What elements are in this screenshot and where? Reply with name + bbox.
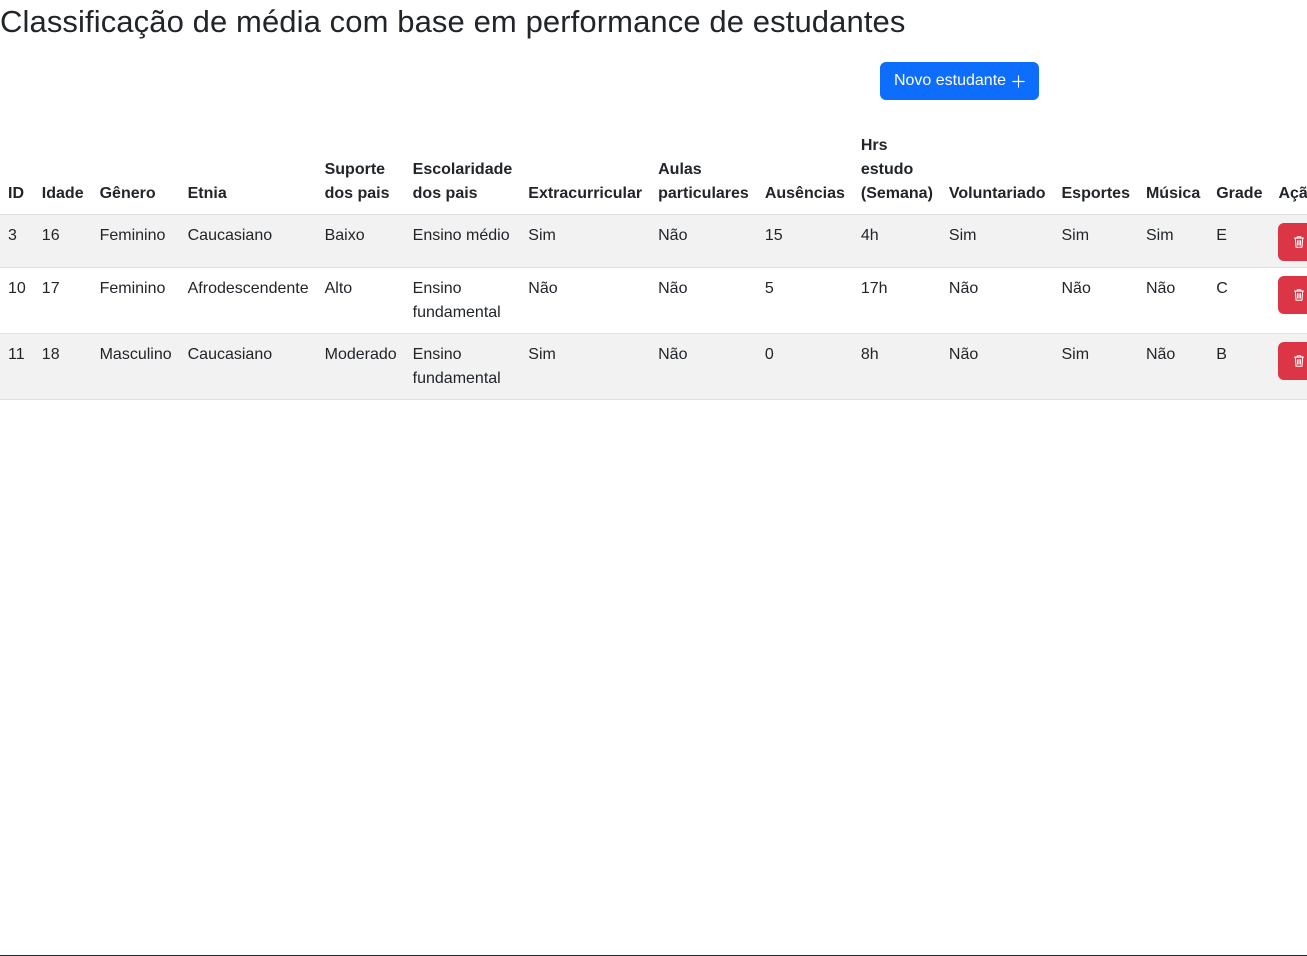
trash-icon [1294,289,1305,301]
cell-voluntariado: Não [940,267,1054,334]
cell-genero: Feminino [91,214,180,268]
cell-ausencias: 15 [756,214,853,268]
cell-suporte-pais: Baixo [316,214,405,268]
table-body: 3 16 Feminino Caucasiano Baixo Ensino mé… [0,214,1307,400]
delete-button[interactable] [1278,276,1307,314]
cell-esportes: Sim [1053,214,1138,268]
cell-idade: 17 [33,267,92,334]
header-acao: Ação [1270,130,1307,215]
cell-grade: E [1208,214,1271,268]
cell-id: 3 [0,214,34,268]
cell-extracurricular: Sim [520,333,651,400]
header-aulas-particulares: Aulas particulares [650,130,757,215]
table-header: ID Idade Gênero Etnia Suporte dos pais E… [0,130,1307,215]
cell-ausencias: 5 [756,267,853,334]
cell-grade: C [1208,267,1271,334]
header-suporte-pais: Suporte dos pais [316,130,405,215]
header-ausencias: Ausências [756,130,853,215]
delete-button[interactable] [1278,342,1307,380]
cell-id: 10 [0,267,34,334]
header-id: ID [0,130,34,215]
cell-hrs-estudo: 8h [852,333,941,400]
cell-grade: B [1208,333,1271,400]
header-escolaridade-pais: Escolaridade dos pais [404,130,521,215]
trash-icon [1294,355,1305,367]
page: Classificação de média com base em perfo… [0,0,1307,956]
cell-genero: Feminino [91,267,180,334]
header-idade: Idade [33,130,92,215]
header-grade: Grade [1208,130,1271,215]
table-row: 11 18 Masculino Caucasiano Moderado Ensi… [0,333,1307,400]
header-extracurricular: Extracurricular [520,130,651,215]
cell-suporte-pais: Moderado [316,333,405,400]
cell-genero: Masculino [91,333,180,400]
cell-aulas-particulares: Não [650,214,757,268]
new-student-button-label: Novo estudante [893,72,1007,89]
cell-ausencias: 0 [756,333,853,400]
cell-aulas-particulares: Não [650,267,757,334]
cell-hrs-estudo: 17h [852,267,941,334]
students-table: ID Idade Gênero Etnia Suporte dos pais E… [0,130,1307,400]
cell-voluntariado: Não [940,333,1054,400]
plus-icon [1012,74,1025,88]
cell-acao [1270,214,1307,268]
page-title: Classificação de média com base em perfo… [0,4,906,39]
cell-voluntariado: Sim [940,214,1054,268]
cell-acao [1270,267,1307,334]
header-genero: Gênero [91,130,180,215]
header-voluntariado: Voluntariado [940,130,1054,215]
table-header-row: ID Idade Gênero Etnia Suporte dos pais E… [0,130,1307,215]
cell-etnia: Caucasiano [179,214,317,268]
delete-button[interactable] [1278,223,1307,261]
cell-id: 11 [0,333,34,400]
cell-etnia: Afrodescendente [179,267,317,334]
table-row: 3 16 Feminino Caucasiano Baixo Ensino mé… [0,214,1307,268]
cell-musica: Não [1137,267,1209,334]
trash-icon [1294,236,1305,248]
cell-esportes: Sim [1053,333,1138,400]
cell-suporte-pais: Alto [316,267,405,334]
cell-escolaridade-pais: Ensino médio [404,214,521,268]
cell-idade: 18 [33,333,92,400]
cell-hrs-estudo: 4h [852,214,941,268]
cell-etnia: Caucasiano [179,333,317,400]
cell-aulas-particulares: Não [650,333,757,400]
cell-musica: Não [1137,333,1209,400]
cell-escolaridade-pais: Ensino fundamental [404,333,521,400]
header-etnia: Etnia [179,130,317,215]
cell-escolaridade-pais: Ensino fundamental [404,267,521,334]
cell-acao [1270,333,1307,400]
cell-extracurricular: Não [520,267,651,334]
cell-extracurricular: Sim [520,214,651,268]
new-student-button[interactable]: Novo estudante [880,62,1039,100]
cell-musica: Sim [1137,214,1209,268]
header-musica: Música [1137,130,1209,215]
cell-idade: 16 [33,214,92,268]
table-row: 10 17 Feminino Afrodescendente Alto Ensi… [0,267,1307,334]
cell-esportes: Não [1053,267,1138,334]
header-esportes: Esportes [1053,130,1138,215]
header-hrs-estudo: Hrs estudo (Semana) [852,130,941,215]
